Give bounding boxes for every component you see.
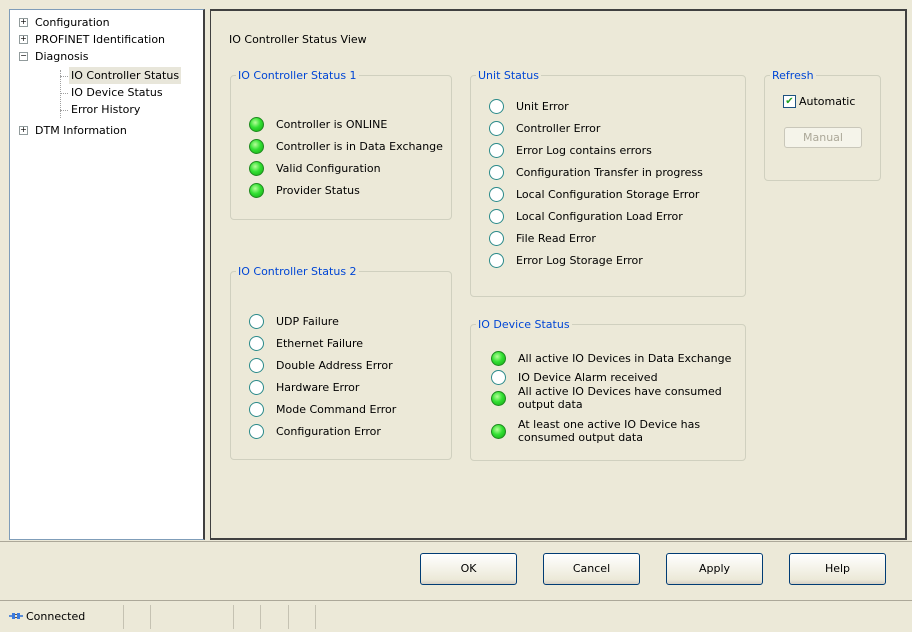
status-led-icon xyxy=(489,187,504,202)
navigation-tree: + Configuration + PROFINET Identificatio… xyxy=(9,9,205,540)
status-led-icon xyxy=(249,358,264,373)
expand-icon[interactable]: + xyxy=(19,126,28,135)
group-legend: Unit Status xyxy=(478,69,539,82)
connection-plug-icon xyxy=(9,613,23,619)
status-led-icon xyxy=(489,121,504,136)
io-device-status-group: IO Device Status All active IO Devices i… xyxy=(470,318,746,461)
status-led-icon xyxy=(249,314,264,329)
status-bar-cell xyxy=(150,605,151,629)
refresh-group: Refresh ✔ Automatic Manual xyxy=(764,69,881,181)
status-label-line: All active IO Devices in Data Exchange xyxy=(518,352,732,365)
group-legend: IO Controller Status 2 xyxy=(238,265,357,278)
status-led-icon xyxy=(491,351,506,366)
status-label-line: All active IO Devices have consumed xyxy=(518,385,722,398)
tree-connector xyxy=(60,110,68,111)
status-led-icon xyxy=(491,391,506,406)
status-led-icon xyxy=(249,161,264,176)
status-label: Controller Error xyxy=(516,122,601,135)
status-led-icon xyxy=(491,424,506,439)
status-label: All active IO Devices in Data Exchange xyxy=(518,352,731,365)
automatic-label: Automatic xyxy=(799,95,856,108)
status-label: At least one active IO Device has consum… xyxy=(518,418,700,444)
tree-connector xyxy=(60,93,68,94)
status-led-icon xyxy=(489,231,504,246)
status-bar: Connected xyxy=(0,600,912,632)
status-led-icon xyxy=(489,165,504,180)
status-led-icon xyxy=(491,370,506,385)
status-led-icon xyxy=(249,183,264,198)
expand-icon[interactable]: + xyxy=(19,35,28,44)
divider xyxy=(0,541,912,542)
status-label: Local Configuration Load Error xyxy=(516,210,683,223)
status-label-line: output data xyxy=(518,398,583,411)
status-label: All active IO Devices have consumed outp… xyxy=(518,385,722,411)
tree-item-label: Diagnosis xyxy=(35,50,89,63)
status-label-line: IO Device Alarm received xyxy=(518,371,658,384)
manual-button[interactable]: Manual xyxy=(784,127,862,148)
status-label: Error Log contains errors xyxy=(516,144,652,157)
status-label: File Read Error xyxy=(516,232,596,245)
status-bar-cell xyxy=(288,605,289,629)
status-led-icon xyxy=(249,336,264,351)
help-button[interactable]: Help xyxy=(789,553,886,585)
checkmark-icon[interactable]: ✔ xyxy=(783,95,796,108)
status-label: Mode Command Error xyxy=(276,403,397,416)
status-led-icon xyxy=(249,117,264,132)
status-label: Double Address Error xyxy=(276,359,393,372)
status-led-icon xyxy=(249,402,264,417)
status-label: UDP Failure xyxy=(276,315,339,328)
status-led-icon xyxy=(249,424,264,439)
collapse-icon[interactable]: − xyxy=(19,52,28,61)
connection-status-label: Connected xyxy=(26,610,86,623)
status-led-icon xyxy=(489,99,504,114)
status-label: Configuration Error xyxy=(276,425,381,438)
status-label: Local Configuration Storage Error xyxy=(516,188,700,201)
tree-connector xyxy=(60,76,68,77)
status-bar-cell xyxy=(123,605,124,629)
status-bar-cell xyxy=(233,605,234,629)
status-label: Hardware Error xyxy=(276,381,360,394)
status-view-panel: IO Controller Status View IO Controller … xyxy=(210,9,907,540)
expand-icon[interactable]: + xyxy=(19,18,28,27)
group-legend: IO Device Status xyxy=(478,318,570,331)
cancel-button[interactable]: Cancel xyxy=(543,553,640,585)
group-legend: Refresh xyxy=(772,69,814,82)
tree-item-label: Error History xyxy=(71,103,141,116)
status-led-icon xyxy=(489,209,504,224)
status-label: Error Log Storage Error xyxy=(516,254,643,267)
io-controller-status-2-group: IO Controller Status 2 UDP Failure Ether… xyxy=(230,265,452,460)
status-label: Ethernet Failure xyxy=(276,337,364,350)
status-led-icon xyxy=(489,253,504,268)
status-label: IO Device Alarm received xyxy=(518,371,658,384)
io-controller-status-1-group: IO Controller Status 1 Controller is ONL… xyxy=(230,69,452,220)
status-label: Controller is in Data Exchange xyxy=(276,140,443,153)
status-bar-cell xyxy=(315,605,316,629)
tree-item-label: IO Device Status xyxy=(71,86,163,99)
tree-item-label: Configuration xyxy=(35,16,110,29)
tree-item-label: PROFINET Identification xyxy=(35,33,166,46)
tree-item-label: DTM Information xyxy=(35,124,127,137)
status-label-line: At least one active IO Device has xyxy=(518,418,701,431)
unit-status-group: Unit Status Unit Error Controller Error … xyxy=(470,69,746,297)
status-label: Provider Status xyxy=(276,184,360,197)
connection-status: Connected xyxy=(8,610,85,623)
status-led-icon xyxy=(489,143,504,158)
status-led-icon xyxy=(249,139,264,154)
status-bar-cell xyxy=(260,605,261,629)
status-label: Valid Configuration xyxy=(276,162,381,175)
page-title: IO Controller Status View xyxy=(229,33,367,46)
apply-button[interactable]: Apply xyxy=(666,553,763,585)
status-label: Unit Error xyxy=(516,100,569,113)
ok-button[interactable]: OK xyxy=(420,553,517,585)
group-legend: IO Controller Status 1 xyxy=(238,69,357,82)
status-label-line: consumed output data xyxy=(518,431,643,444)
tree-item-label: IO Controller Status xyxy=(69,67,182,84)
status-label: Controller is ONLINE xyxy=(276,118,388,131)
status-label: Configuration Transfer in progress xyxy=(516,166,703,179)
status-led-icon xyxy=(249,380,264,395)
